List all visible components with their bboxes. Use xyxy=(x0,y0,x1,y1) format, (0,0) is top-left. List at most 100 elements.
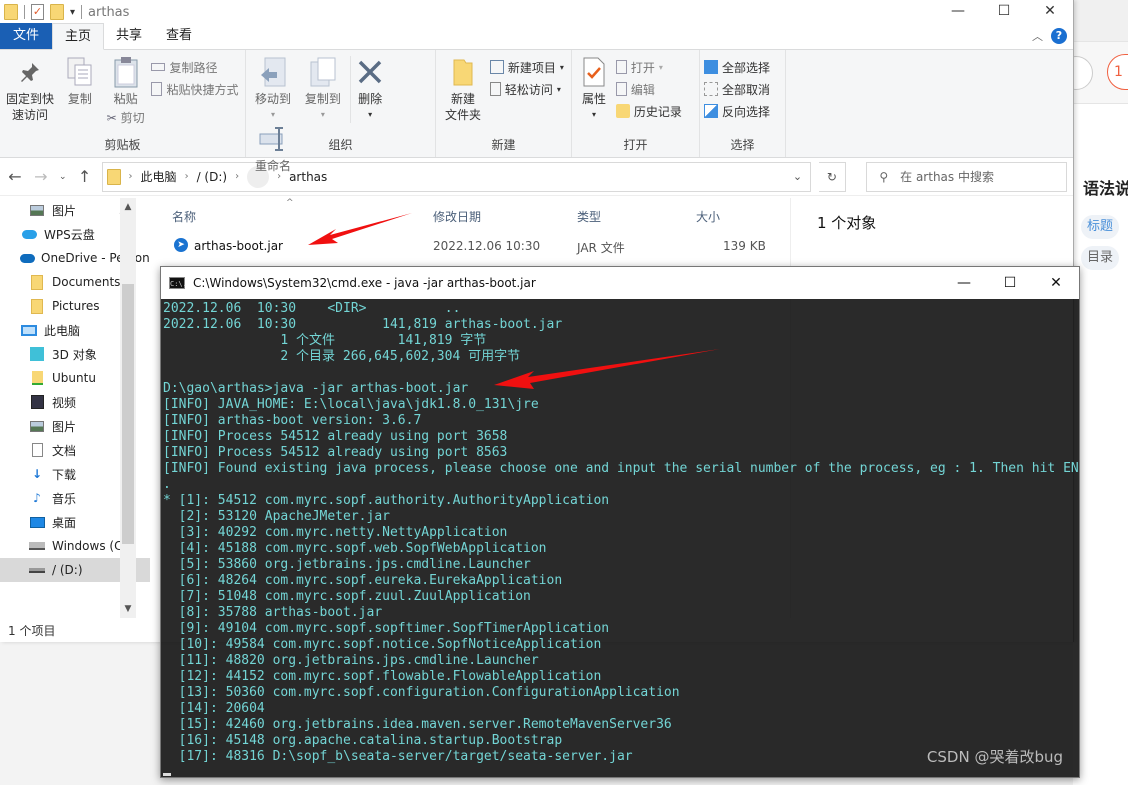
new-folder-button[interactable]: 新建 文件夹 xyxy=(440,56,486,123)
terminal-line: [9]: 49104 com.myrc.sopf.sopftimer.SopfT… xyxy=(163,621,610,636)
tab-file[interactable]: 文件 xyxy=(0,23,52,49)
terminal-output[interactable]: 2022.12.06 10:30 <DIR> .. 2022.12.06 10:3… xyxy=(161,299,1079,777)
cmd-maximize-button[interactable]: ☐ xyxy=(987,267,1033,299)
file-row[interactable]: ➤ arthas-boot.jar 2022.12.06 10:30 JAR 文… xyxy=(168,234,790,260)
background-chip-heading[interactable]: 标题 xyxy=(1081,215,1120,239)
sidebar-item-label: Ubuntu xyxy=(52,371,96,385)
music-icon: ♪ xyxy=(33,491,41,505)
column-modified[interactable]: 修改日期 xyxy=(433,208,481,225)
properties-quick-icon[interactable]: ✓ xyxy=(31,4,44,20)
background-pill-button[interactable]: 1 xyxy=(1107,54,1128,90)
column-name[interactable]: 名称 xyxy=(172,208,196,225)
open-button[interactable]: 打开 ▾ xyxy=(615,58,682,76)
select-none-button[interactable]: 全部取消 xyxy=(704,80,770,98)
up-arrow-icon[interactable]: ↑ xyxy=(76,167,94,186)
paste-button[interactable]: 粘贴 ✂ 剪切 xyxy=(104,56,148,127)
tab-view[interactable]: 查看 xyxy=(154,23,204,49)
pin-quick-access-button[interactable]: 固定到快 速访问 xyxy=(4,56,56,123)
clipboard-small-buttons: 复制路径 粘贴快捷方式 xyxy=(151,56,239,98)
background-editor: 1 语法说 标题 目录 xyxy=(1059,0,1128,785)
forward-arrow-icon[interactable]: → xyxy=(32,167,50,186)
cmd-window-controls: — ☐ ✕ xyxy=(941,267,1079,299)
sidebar-item-label: 下载 xyxy=(52,467,77,482)
tab-home[interactable]: 主页 xyxy=(52,23,104,50)
delete-x-icon xyxy=(355,56,385,88)
terminal-line: * [1]: 54512 com.myrc.sopf.authority.Aut… xyxy=(163,493,610,508)
cmd-close-button[interactable]: ✕ xyxy=(1033,267,1079,299)
nav-scrollbar[interactable]: ▲ ▼ xyxy=(120,198,136,618)
address-bar[interactable]: › 此电脑 › / (D:) › › arthas ⌄ xyxy=(101,161,811,192)
ribbon-group-select: 全部选择 全部取消 反向选择 选择 xyxy=(700,50,786,157)
sidebar-item-label: 图片 xyxy=(52,203,77,218)
background-chip-toc[interactable]: 目录 xyxy=(1081,246,1120,270)
scroll-down-icon[interactable]: ▼ xyxy=(120,604,136,614)
breadcrumb-drive-d[interactable]: / (D:) xyxy=(197,170,228,184)
properties-button[interactable]: 属性 ▾ xyxy=(576,56,612,123)
address-dropdown-icon[interactable]: ⌄ xyxy=(786,170,810,183)
invert-selection-icon xyxy=(704,104,718,118)
breadcrumb-separator-icon[interactable]: › xyxy=(129,171,133,182)
move-to-icon xyxy=(258,56,288,88)
terminal-line: [INFO] Found existing java process, plea… xyxy=(163,461,1079,476)
scrollbar-thumb[interactable] xyxy=(122,284,134,544)
3d-objects-icon xyxy=(28,347,46,361)
paste-shortcut-button[interactable]: 粘贴快捷方式 xyxy=(151,80,239,98)
invert-selection-button[interactable]: 反向选择 xyxy=(704,102,770,120)
ribbon-group-open: 属性 ▾ 打开 ▾ 编辑 历史记录 打开 xyxy=(572,50,700,157)
scroll-up-icon[interactable]: ▲ xyxy=(120,202,136,212)
history-button[interactable]: 历史记录 xyxy=(615,102,682,120)
videos-icon xyxy=(28,395,46,409)
divider xyxy=(81,5,83,19)
group-label-organize: 组织 xyxy=(328,138,353,152)
move-to-button[interactable]: 移动到 ▾ xyxy=(250,56,296,123)
new-folder-quick-icon[interactable] xyxy=(50,4,64,20)
terminal-line: [8]: 35788 arthas-boot.jar xyxy=(163,605,383,620)
paste-shortcut-icon xyxy=(151,82,163,96)
maximize-button[interactable]: ☐ xyxy=(981,0,1027,22)
cut-button[interactable]: ✂ 剪切 xyxy=(107,109,145,127)
breadcrumb-this-pc[interactable]: 此电脑 xyxy=(141,168,177,185)
recent-locations-icon[interactable]: ⌄ xyxy=(58,172,68,182)
collapse-ribbon-icon[interactable]: ︿ xyxy=(1032,28,1043,44)
select-all-button[interactable]: 全部选择 xyxy=(704,58,770,76)
customize-toolbar-icon[interactable]: ▾ xyxy=(70,7,75,18)
new-item-button[interactable]: 新建项目 ▾ xyxy=(489,58,564,76)
jar-file-icon: ➤ xyxy=(174,238,188,252)
minimize-button[interactable]: — xyxy=(935,0,981,22)
group-label-open: 打开 xyxy=(623,138,648,152)
help-icon[interactable]: ? xyxy=(1051,28,1067,44)
open-icon xyxy=(615,60,627,74)
ribbon-group-organize: 移动到 ▾ 复制到 ▾ 删除 ▾ 重命名 组织 xyxy=(246,50,436,173)
refresh-icon[interactable]: ↻ xyxy=(818,161,847,192)
easy-access-button[interactable]: 轻松访问 ▾ xyxy=(489,80,564,98)
breadcrumb-separator-icon[interactable]: › xyxy=(185,171,189,182)
group-label-new: 新建 xyxy=(491,138,516,152)
close-button[interactable]: ✕ xyxy=(1027,0,1073,22)
history-icon xyxy=(615,104,630,118)
column-type[interactable]: 类型 xyxy=(577,208,601,225)
back-arrow-icon[interactable]: ← xyxy=(6,167,24,186)
delete-button[interactable]: 删除 ▾ xyxy=(349,56,390,123)
desktop-icon xyxy=(28,516,46,528)
copy-path-button[interactable]: 复制路径 xyxy=(151,58,238,76)
documents-icon xyxy=(28,443,46,457)
copy-to-button[interactable]: 复制到 ▾ xyxy=(300,56,346,123)
search-input[interactable]: ⚲ 在 arthas 中搜索 xyxy=(866,161,1068,192)
computer-icon xyxy=(20,324,38,336)
drive-d-icon xyxy=(28,567,46,573)
open-small-buttons: 打开 ▾ 编辑 历史记录 xyxy=(615,56,682,120)
sort-ascending-icon: ^ xyxy=(286,198,294,208)
address-row: ← → ⌄ ↑ › 此电脑 › / (D:) › › arthas ⌄ ↻ ⚲ … xyxy=(0,158,1073,196)
network-folder-icon xyxy=(28,371,46,385)
copy-button[interactable]: 复制 xyxy=(60,56,100,107)
copy-path-icon xyxy=(151,63,166,71)
folder-icon xyxy=(4,4,18,20)
tab-share[interactable]: 共享 xyxy=(104,23,154,49)
onedrive-icon xyxy=(20,253,35,263)
breadcrumb-separator-icon[interactable]: › xyxy=(235,171,239,182)
edit-button[interactable]: 编辑 xyxy=(615,80,682,98)
sidebar-item-label: 图片 xyxy=(52,419,77,434)
column-size[interactable]: 大小 xyxy=(696,208,720,225)
easy-access-icon xyxy=(489,82,501,96)
cmd-minimize-button[interactable]: — xyxy=(941,267,987,299)
